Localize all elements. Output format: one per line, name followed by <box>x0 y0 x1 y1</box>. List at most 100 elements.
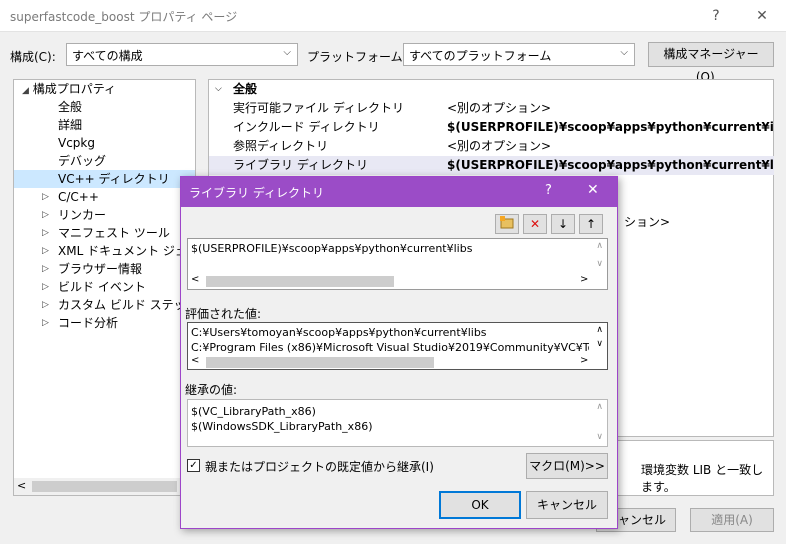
tree-item-label: ブラウザー情報 <box>58 262 143 276</box>
edit-value[interactable]: $(USERPROFILE)¥scoop¥apps¥python¥current… <box>191 242 472 255</box>
expand-right-icon[interactable]: ▷ <box>42 224 49 242</box>
config-combo[interactable]: すべての構成 ⌵ <box>66 43 298 66</box>
grid-row-value: ション> <box>624 215 671 229</box>
tree-item[interactable]: 全般 <box>58 98 82 116</box>
tree-item-label: デバッグ <box>58 154 107 168</box>
scroll-left-icon[interactable]: < <box>191 355 199 366</box>
scroll-down-icon[interactable]: ∨ <box>596 259 603 269</box>
tree-item-label: マニフェスト ツール <box>58 226 170 240</box>
grid-row-name: 参照ディレクトリ <box>233 139 329 153</box>
tree-panel: ◢ 構成プロパティ 全般詳細 Vcpkg デバッグ VC++ ディレクトリ ▷ C/C++… <box>13 79 223 496</box>
evaluated-line-2: C:¥Program Files (x86)¥Microsoft Visual … <box>191 341 589 354</box>
scroll-left-icon[interactable]: < <box>191 274 199 285</box>
platform-combo[interactable]: すべてのプラットフォーム ⌵ <box>403 43 635 66</box>
expand-right-icon[interactable]: ▷ <box>42 242 49 260</box>
ok-button[interactable]: OK <box>439 491 521 519</box>
window-title-bar: superfastcode_boost プロパティ ページ ? ✕ <box>0 0 786 32</box>
tree-item[interactable]: ▷ ビルド イベント <box>42 278 146 296</box>
window-title: superfastcode_boost プロパティ ページ <box>10 10 238 24</box>
expand-right-icon[interactable]: ▷ <box>42 206 49 224</box>
inherit-checkbox-label[interactable]: 親またはプロジェクトの既定値から継承(I) <box>205 458 434 475</box>
dialog-title-bar: ライブラリ ディレクトリ ? ✕ <box>181 177 617 207</box>
evaluated-box: C:¥Users¥tomoyan¥scoop¥apps¥python¥curre… <box>187 322 608 370</box>
tree-root[interactable]: ◢ 構成プロパティ <box>22 80 116 98</box>
arrow-up-icon: ↑ <box>585 217 597 231</box>
tree-item[interactable]: ▷ ブラウザー情報 <box>42 260 143 278</box>
tree-item-label: ビルド イベント <box>58 280 146 294</box>
tree-item-label: カスタム ビルド ステップ <box>58 298 198 312</box>
config-manager-button[interactable]: 構成マネージャー(O)... <box>648 42 774 84</box>
grid-row[interactable]: インクルード ディレクトリ $(USERPROFILE)¥scoop¥apps¥p… <box>209 118 774 137</box>
tree-item[interactable]: 詳細 <box>58 116 82 134</box>
scroll-down-icon[interactable]: ∨ <box>596 339 603 349</box>
scroll-up-icon[interactable]: ∧ <box>596 325 603 335</box>
grid-row-value: $(USERPROFILE)¥scoop¥apps¥python¥current… <box>447 120 774 134</box>
tree-item-label: コード分析 <box>58 316 119 330</box>
tree-item[interactable]: VC++ ディレクトリ <box>14 170 195 188</box>
move-up-button[interactable]: ↑ <box>579 214 603 234</box>
expand-right-icon[interactable]: ▷ <box>42 278 49 296</box>
help-icon[interactable]: ? <box>696 1 736 31</box>
grid-row[interactable]: 実行可能ファイル ディレクトリ <別のオプション> <box>209 99 774 118</box>
description-text: 環境変数 LIB と一致します。 <box>641 463 764 494</box>
tree-root-label: 構成プロパティ <box>32 82 117 96</box>
grid-row[interactable]: ライブラリ ディレクトリ $(USERPROFILE)¥scoop¥apps¥py… <box>209 156 774 175</box>
red-x-icon: ✕ <box>529 217 541 231</box>
tree-item-label: 全般 <box>58 100 83 114</box>
grid-row-name: インクルード ディレクトリ <box>233 120 380 134</box>
dialog-close-icon[interactable]: ✕ <box>587 182 599 198</box>
expand-down-icon: ◢ <box>22 86 29 96</box>
grid-row[interactable]: 参照ディレクトリ <別のオプション> <box>209 137 774 156</box>
grid-row-name: 実行可能ファイル ディレクトリ <box>233 101 404 115</box>
expand-right-icon[interactable]: ▷ <box>42 314 49 332</box>
expand-right-icon[interactable]: ▷ <box>42 260 49 278</box>
tree-item[interactable]: ▷ コード分析 <box>42 314 119 332</box>
apply-button[interactable]: 適用(A) <box>690 508 774 532</box>
tree-item-label: 詳細 <box>58 118 83 132</box>
evaluated-line-1: C:¥Users¥tomoyan¥scoop¥apps¥python¥curre… <box>191 326 487 339</box>
tree-item[interactable]: Vcpkg <box>58 134 95 152</box>
tree-item[interactable]: ▷ リンカー <box>42 206 107 224</box>
scroll-up-icon[interactable]: ∧ <box>596 241 603 251</box>
inherited-line-2: $(WindowsSDK_LibraryPath_x86) <box>191 420 373 433</box>
edit-box[interactable]: $(USERPROFILE)¥scoop¥apps¥python¥current… <box>187 238 608 290</box>
collapse-icon: ⌵ <box>215 84 222 94</box>
grid-row-value: <別のオプション> <box>447 139 552 153</box>
delete-line-button[interactable]: ✕ <box>523 214 547 234</box>
scroll-down-icon[interactable]: ∨ <box>596 432 603 442</box>
grid-section-header[interactable]: ⌵ 全般 <box>209 80 774 99</box>
tree-hscrollbar[interactable]: < <box>14 478 195 495</box>
grid-row-value: <別のオプション> <box>447 101 552 115</box>
scroll-right-icon[interactable]: > <box>580 355 588 366</box>
scroll-up-icon[interactable]: ∧ <box>596 402 603 412</box>
tree-item-label: VC++ ディレクトリ <box>58 172 170 186</box>
platform-value: すべてのプラットフォーム <box>409 49 552 63</box>
inherited-box: $(VC_LibraryPath_x86) $(WindowsSDK_Libra… <box>187 399 608 447</box>
tree-item[interactable]: ▷ カスタム ビルド ステップ <box>42 296 198 314</box>
tree-item[interactable]: ▷ マニフェスト ツール <box>42 224 170 242</box>
dialog-cancel-button[interactable]: キャンセル <box>526 491 608 519</box>
edit-hscroll-thumb[interactable] <box>206 276 394 287</box>
inherited-line-1: $(VC_LibraryPath_x86) <box>191 405 316 418</box>
dialog-title: ライブラリ ディレクトリ <box>189 186 324 200</box>
tree-item[interactable]: デバッグ <box>58 152 106 170</box>
chevron-down-icon: ⌵ <box>620 47 628 58</box>
scroll-thumb[interactable] <box>32 481 177 492</box>
expand-right-icon[interactable]: ▷ <box>42 188 49 206</box>
inherit-checkbox[interactable]: ✓ <box>187 459 200 472</box>
dialog-help-icon[interactable]: ? <box>545 183 552 198</box>
grid-row-value: $(USERPROFILE)¥scoop¥apps¥python¥current… <box>447 158 774 172</box>
tree-item-label: C/C++ <box>58 190 99 204</box>
config-label: 構成(C): <box>10 50 56 64</box>
close-icon[interactable]: ✕ <box>742 1 782 31</box>
macro-button[interactable]: マクロ(M)>> <box>526 453 608 479</box>
tree-item-label: リンカー <box>58 208 107 222</box>
new-line-button[interactable] <box>495 214 519 234</box>
tree-item-label: Vcpkg <box>58 136 95 150</box>
scroll-right-icon[interactable]: > <box>580 274 588 285</box>
expand-right-icon[interactable]: ▷ <box>42 296 49 314</box>
move-down-button[interactable]: ↓ <box>551 214 575 234</box>
scroll-left-icon[interactable]: < <box>17 479 26 492</box>
tree-item[interactable]: ▷ C/C++ <box>42 188 99 206</box>
evaluated-hscroll-thumb[interactable] <box>206 357 434 368</box>
